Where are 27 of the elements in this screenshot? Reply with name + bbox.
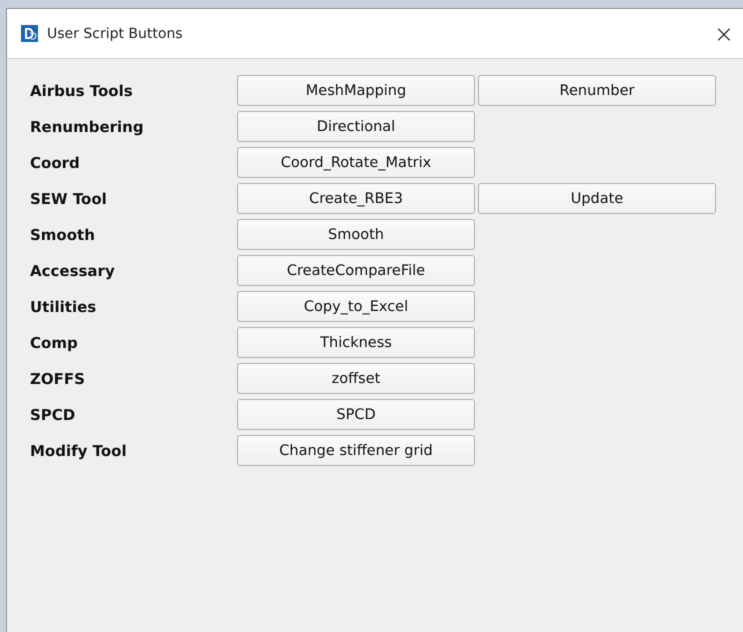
script-button[interactable]: zoffset [237,363,475,394]
group-label: Comp [29,334,79,352]
script-button[interactable]: MeshMapping [237,75,475,106]
group-label: ZOFFS [29,370,86,388]
script-button[interactable]: Coord_Rotate_Matrix [237,147,475,178]
group-label: Coord [29,154,81,172]
group-label: Accessary [29,262,116,280]
app-logo-icon [21,25,38,42]
group-label: Modify Tool [29,442,128,460]
script-button[interactable]: Update [478,183,716,214]
group-label: SEW Tool [29,190,108,208]
script-button[interactable]: Smooth [237,219,475,250]
script-button[interactable]: Renumber [478,75,716,106]
group-label: SPCD [29,406,76,424]
script-button[interactable]: Copy_to_Excel [237,291,475,322]
script-button[interactable]: CreateCompareFile [237,255,475,286]
group-label: Renumbering [29,118,145,136]
window-title: User Script Buttons [47,26,183,42]
script-button[interactable]: Thickness [237,327,475,358]
close-button[interactable]: × [706,20,742,48]
group-label: Smooth [29,226,96,244]
group-label: Airbus Tools [29,82,134,100]
script-button[interactable]: Directional [237,111,475,142]
group-label: Utilities [29,298,98,316]
script-button[interactable]: Create_RBE3 [237,183,475,214]
script-button[interactable]: SPCD [237,399,475,430]
script-button[interactable]: Change stiffener grid [237,435,475,466]
